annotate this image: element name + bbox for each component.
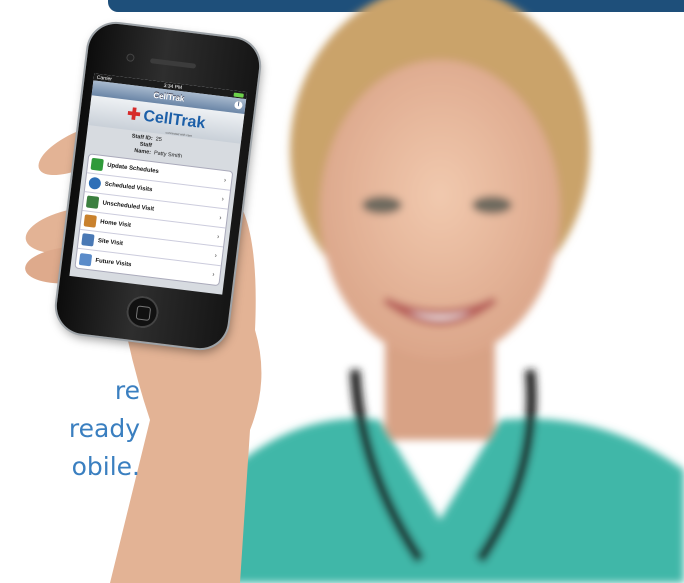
chevron-right-icon: › bbox=[223, 176, 227, 184]
tagline-line-3: obile. bbox=[71, 452, 140, 481]
home-button[interactable] bbox=[124, 294, 161, 330]
house-icon bbox=[83, 214, 97, 228]
menu-item-label: Unscheduled Visit bbox=[102, 200, 155, 213]
info-icon[interactable]: i bbox=[233, 100, 243, 110]
menu-item-label: Future Visits bbox=[95, 257, 132, 268]
menu-item-label: Update Schedules bbox=[106, 162, 160, 175]
tagline: re ready obile. bbox=[0, 372, 140, 486]
chevron-right-icon: › bbox=[211, 271, 215, 279]
speaker-grille bbox=[149, 58, 197, 69]
calendar-clock-icon bbox=[78, 252, 93, 266]
clock-icon bbox=[88, 176, 102, 190]
tagline-line-2: ready bbox=[68, 414, 140, 443]
cross-icon: ✚ bbox=[126, 105, 142, 125]
logo-text: CellTrak bbox=[142, 107, 207, 133]
tagline-line-1: re bbox=[114, 376, 140, 405]
chevron-right-icon: › bbox=[218, 214, 223, 222]
menu-item-label: Home Visit bbox=[99, 219, 132, 229]
phone-screen: Carrier 3:34 PM CellTrak i ✚ CellTrak co… bbox=[69, 73, 248, 295]
chevron-right-icon: › bbox=[216, 233, 220, 241]
building-icon bbox=[81, 233, 95, 247]
chevron-right-icon: › bbox=[214, 251, 218, 260]
staff-id-value: 25 bbox=[155, 136, 163, 144]
refresh-icon bbox=[90, 157, 104, 172]
staff-name-value: Patty Smith bbox=[153, 150, 183, 160]
camera-icon bbox=[127, 54, 134, 62]
menu-list: Update Schedules › Scheduled Visits › Un… bbox=[74, 153, 234, 287]
staff-name-label: Staff Name: bbox=[133, 141, 153, 156]
menu-item-label: Site Visit bbox=[97, 238, 124, 248]
chevron-right-icon: › bbox=[221, 195, 225, 203]
nav-title: CellTrak bbox=[152, 90, 185, 104]
battery-icon bbox=[233, 92, 244, 98]
menu-item-label: Scheduled Visits bbox=[104, 181, 153, 194]
pencil-icon bbox=[85, 195, 100, 209]
